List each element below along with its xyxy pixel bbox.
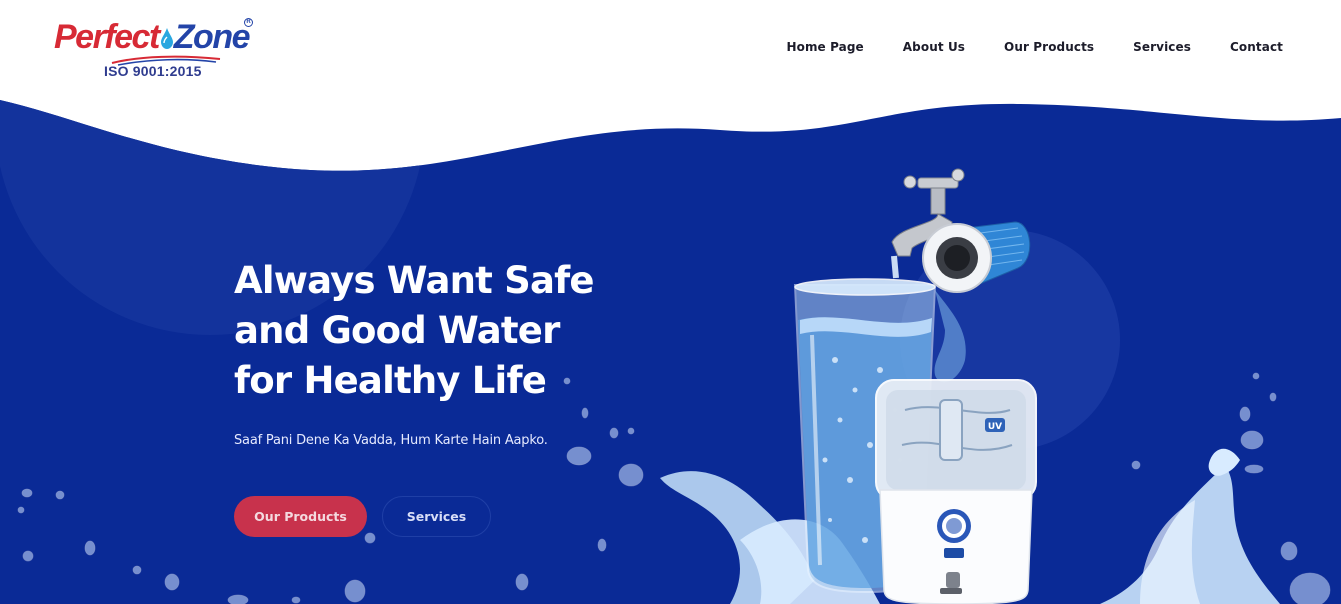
nav-contact[interactable]: Contact xyxy=(1230,40,1283,54)
brand-logo[interactable]: Perfect Zone R ISO 9001:2015 xyxy=(54,16,264,86)
uv-badge-label: UV xyxy=(988,422,1002,432)
logo-word-zone: Zone xyxy=(173,18,251,56)
nav-about[interactable]: About Us xyxy=(903,40,965,54)
registered-mark: R xyxy=(244,18,253,27)
page: Perfect Zone R ISO 9001:2015 Home Page Ab… xyxy=(0,0,1341,604)
hero-headline: Always Want Safe and Good Water for Heal… xyxy=(234,256,654,406)
ro-purifier-icon: UV xyxy=(875,379,1037,604)
filter-cartridge-icon xyxy=(922,221,1031,293)
headline-line-2: and Good Water xyxy=(234,309,560,352)
iso-certification: ISO 9001:2015 xyxy=(104,63,202,79)
headline-line-1: Always Want Safe xyxy=(234,259,595,302)
logo-wordmark: Perfect Zone xyxy=(54,16,251,58)
water-drop-icon xyxy=(160,28,173,49)
our-products-button[interactable]: Our Products xyxy=(234,496,367,537)
services-button[interactable]: Services xyxy=(382,496,491,537)
nav-products[interactable]: Our Products xyxy=(1004,40,1094,54)
nav-home[interactable]: Home Page xyxy=(786,40,863,54)
nav-services[interactable]: Services xyxy=(1133,40,1191,54)
water-purifier-illustration: UV xyxy=(660,168,1280,604)
site-header: Perfect Zone R ISO 9001:2015 Home Page Ab… xyxy=(0,0,1341,110)
logo-word-perfect: Perfect xyxy=(54,18,160,56)
headline-line-3: for Healthy Life xyxy=(234,359,547,402)
main-nav: Home Page About Us Our Products Services… xyxy=(747,40,1283,54)
hero-tagline: Saaf Pani Dene Ka Vadda, Hum Karte Hain … xyxy=(234,433,548,448)
